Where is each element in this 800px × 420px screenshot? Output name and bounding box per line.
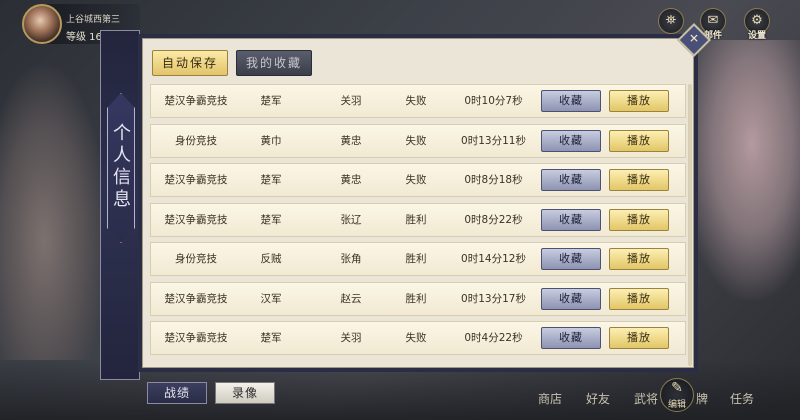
favorite-button[interactable]: 收藏: [541, 90, 601, 112]
record-duration: 0时14分12秒: [461, 253, 526, 265]
record-hero: 黄忠: [340, 134, 362, 147]
nav-edit-label: 编辑: [667, 400, 686, 410]
record-mode: 楚汉争霸竞技: [164, 174, 228, 186]
play-button[interactable]: 播放: [609, 327, 669, 349]
nav-cards[interactable]: 牌: [696, 390, 708, 407]
nav-tasks[interactable]: 任务: [730, 390, 754, 407]
close-icon: ✕: [688, 31, 700, 46]
play-button[interactable]: 播放: [609, 287, 669, 310]
record-row: 楚汉争霸竞技 楚军 关羽 失败 0时10分7秒 收藏 播放: [150, 84, 686, 118]
settings-label: 设置: [747, 31, 766, 41]
record-hero: 赵云: [340, 292, 362, 305]
record-side: 黄巾: [260, 134, 282, 147]
record-row: 楚汉争霸竞技 汉军 赵云 胜利 0时13分17秒 收藏 播放: [150, 281, 686, 316]
favorite-button[interactable]: 收藏: [541, 287, 601, 310]
record-mode: 身份竞技: [175, 253, 217, 265]
background-blossom-right: [680, 40, 800, 300]
record-duration: 0时8分18秒: [464, 174, 523, 186]
favorite-button[interactable]: 收藏: [541, 248, 601, 270]
record-mode: 楚汉争霸竞技: [164, 292, 228, 305]
favorite-button[interactable]: 收藏: [541, 208, 601, 231]
record-result: 胜利: [405, 253, 427, 265]
record-duration: 0时8分22秒: [464, 213, 523, 226]
nav-generals[interactable]: 武将: [634, 390, 658, 407]
avatar[interactable]: [22, 4, 62, 44]
tab-video[interactable]: 录像: [215, 382, 275, 404]
side-tab-label: 个人信息: [110, 123, 131, 211]
tab-my-favorites[interactable]: 我的收藏: [236, 50, 312, 76]
nav-shop[interactable]: 商店: [538, 390, 562, 407]
record-row: 身份竞技 黄巾 黄忠 失败 0时13分11秒 收藏 播放: [150, 123, 686, 158]
play-button[interactable]: 播放: [609, 248, 669, 270]
nav-edit-button[interactable]: ✎ 编辑: [660, 378, 694, 412]
settings-button[interactable]: ⚙ 设置: [742, 8, 772, 46]
favorite-button[interactable]: 收藏: [541, 169, 601, 191]
tab-battle-record[interactable]: 战绩: [147, 382, 207, 404]
record-result: 失败: [405, 134, 427, 147]
record-result: 失败: [405, 174, 427, 186]
record-duration: 0时4分22秒: [464, 332, 523, 344]
record-list[interactable]: 楚汉争霸竞技 楚军 关羽 失败 0时10分7秒 收藏 播放 身份竞技 黄巾 黄忠…: [150, 84, 686, 366]
record-mode: 楚汉争霸竞技: [164, 213, 228, 226]
record-hero: 张辽: [340, 213, 362, 226]
lantern-icon: ⛯: [658, 8, 684, 34]
play-button[interactable]: 播放: [609, 90, 669, 112]
record-side: 楚军: [260, 174, 282, 186]
play-button[interactable]: 播放: [609, 208, 669, 231]
brush-icon: ✎: [671, 380, 683, 396]
record-hero: 关羽: [340, 95, 362, 107]
record-result: 胜利: [405, 292, 427, 305]
record-row: 楚汉争霸竞技 楚军 张辽 胜利 0时8分22秒 收藏 播放: [150, 202, 686, 237]
record-result: 失败: [405, 95, 427, 107]
replay-panel: ✕ 自动保存 我的收藏 楚汉争霸竞技 楚军 关羽 失败 0时10分7秒 收藏 播…: [138, 23, 711, 372]
record-side: 楚军: [260, 213, 282, 226]
favorite-button[interactable]: 收藏: [541, 129, 601, 152]
record-row: 楚汉争霸竞技 楚军 关羽 失败 0时4分22秒 收藏 播放: [150, 321, 686, 355]
record-side: 反贼: [260, 253, 282, 265]
record-side: 汉军: [260, 292, 282, 305]
record-hero: 张角: [340, 253, 362, 265]
record-duration: 0时13分11秒: [461, 134, 526, 147]
favorite-button[interactable]: 收藏: [541, 327, 601, 349]
play-button[interactable]: 播放: [609, 169, 669, 191]
nav-friends[interactable]: 好友: [586, 390, 610, 407]
player-level: 等级 16: [66, 32, 102, 43]
tab-auto-save[interactable]: 自动保存: [152, 50, 228, 76]
record-result: 胜利: [405, 213, 427, 226]
record-side: 楚军: [260, 95, 282, 107]
play-button[interactable]: 播放: [609, 129, 669, 152]
record-mode: 身份竞技: [175, 134, 217, 147]
record-result: 失败: [405, 332, 427, 344]
side-tab-personal-info[interactable]: 个人信息: [100, 30, 140, 380]
record-mode: 楚汉争霸竞技: [164, 95, 228, 107]
background-blossom-left: [0, 60, 110, 360]
scrollbar[interactable]: [688, 84, 692, 366]
player-name: 上谷城西第三: [66, 15, 121, 25]
record-row: 楚汉争霸竞技 楚军 黄忠 失败 0时8分18秒 收藏 播放: [150, 163, 686, 197]
record-side: 楚军: [260, 332, 282, 344]
record-hero: 关羽: [340, 332, 362, 344]
record-duration: 0时13分17秒: [461, 292, 526, 305]
record-row: 身份竞技 反贼 张角 胜利 0时14分12秒 收藏 播放: [150, 242, 686, 276]
record-hero: 黄忠: [340, 174, 362, 186]
record-duration: 0时10分7秒: [464, 95, 523, 107]
record-mode: 楚汉争霸竞技: [164, 332, 228, 344]
